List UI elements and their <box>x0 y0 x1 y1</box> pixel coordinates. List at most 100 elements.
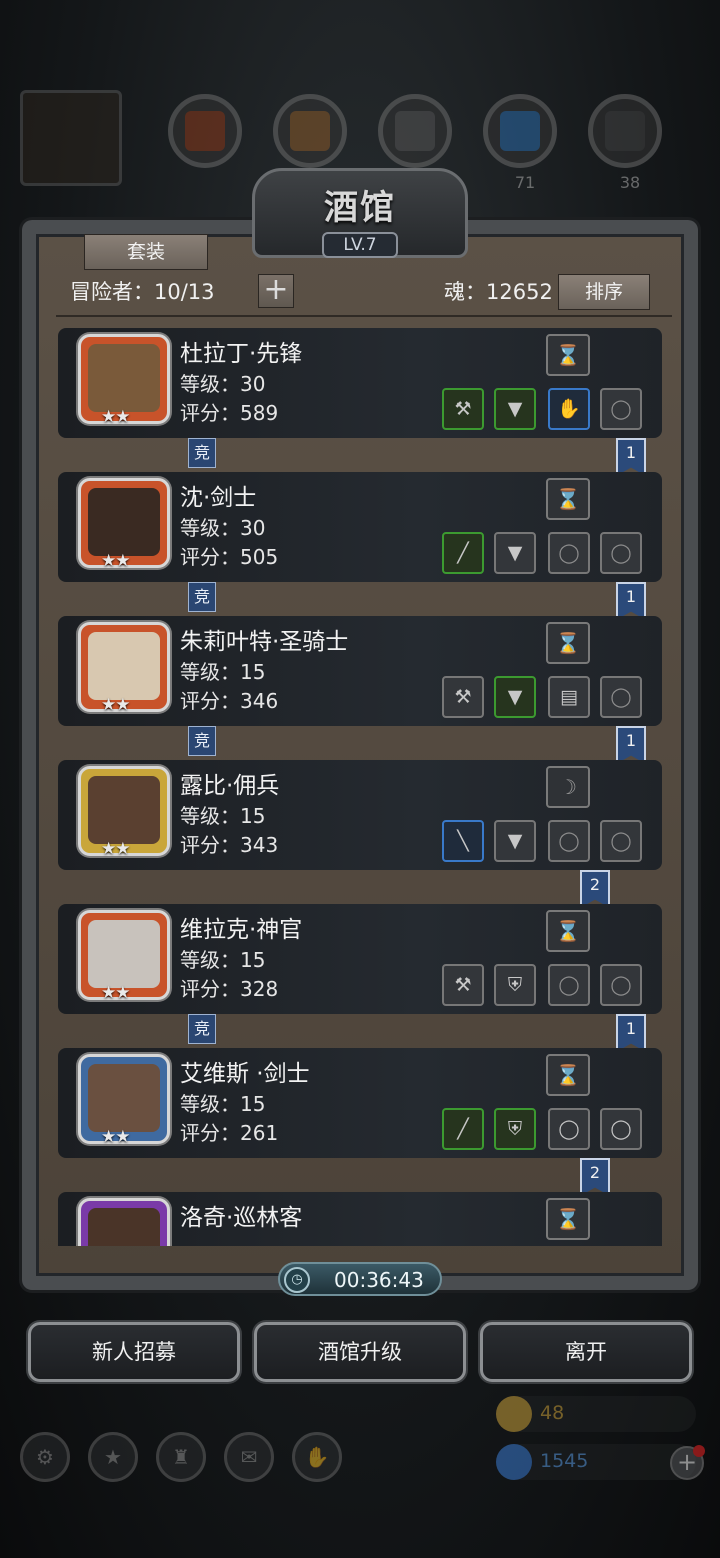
equipment-slot[interactable]: ▼ <box>494 532 536 574</box>
hero-portrait[interactable]: ★★ <box>78 910 170 1003</box>
hero-level: 等级：15 <box>180 1092 266 1116</box>
hero-card[interactable]: ★★ 杜拉丁·先锋 等级：30 评分：589 ⌛ ⚒ ▼ ✋ ◯ 1 竞 <box>58 324 662 476</box>
resource-crystal: 71 <box>483 94 557 192</box>
clock-icon: ◷ <box>284 1267 310 1293</box>
hero-portrait[interactable]: ★★ <box>78 1054 170 1147</box>
equipment-slot[interactable]: ◯ <box>600 964 642 1006</box>
hero-card[interactable]: ★★ 艾维斯 ·剑士 等级：15 评分：261 ⌛ ╱ ⛨ ◯ ◯ 2 <box>58 1044 662 1196</box>
equipment-slot[interactable]: ◯ <box>600 388 642 430</box>
hero-level: 等级：15 <box>180 660 266 684</box>
resource-meat <box>168 94 242 168</box>
gold-currency: 48 <box>496 1396 696 1432</box>
star-rating: ★★ <box>101 407 131 427</box>
equipment-slot[interactable]: ⚒ <box>442 676 484 718</box>
equipment-slot[interactable]: ⛨ <box>494 964 536 1006</box>
add-slot-button[interactable]: + <box>258 274 294 308</box>
hourglass-icon[interactable]: ⌛ <box>546 478 590 520</box>
crystal-icon <box>500 111 540 151</box>
meat-icon <box>185 111 225 151</box>
gem-icon <box>496 1444 532 1480</box>
hero-name: 露比·佣兵 <box>180 773 280 799</box>
resource-iron: 297 <box>378 94 452 192</box>
handshake-icon[interactable]: ✋ <box>292 1432 342 1482</box>
hourglass-icon[interactable]: ⌛ <box>546 1054 590 1096</box>
mail-icon[interactable]: ✉ <box>224 1432 274 1482</box>
hero-face-image <box>88 1208 160 1246</box>
hero-card[interactable]: ★★ 露比·佣兵 等级：15 评分：343 ☽ ╲ ▼ ◯ ◯ 2 <box>58 756 662 908</box>
equipment-slot[interactable]: ◯ <box>600 676 642 718</box>
hero-portrait[interactable]: ★★ <box>78 334 170 427</box>
hero-card[interactable]: ★★ 维拉克·神官 等级：15 评分：328 ⌛ ⚒ ⛨ ◯ ◯ 1 竞 <box>58 900 662 1052</box>
arena-badge: 竞 <box>188 582 216 612</box>
hero-level: 等级：30 <box>180 372 266 396</box>
equipment-slot[interactable]: ✋ <box>548 388 590 430</box>
equipment-slot[interactable]: ╱ <box>442 532 484 574</box>
recruit-button[interactable]: 新人招募 <box>28 1322 240 1382</box>
equipment-slot[interactable]: ▼ <box>494 676 536 718</box>
hero-face-image <box>88 632 160 700</box>
equipment-slot[interactable]: ╱ <box>442 1108 484 1150</box>
equipment-slot[interactable]: ◯ <box>548 964 590 1006</box>
equipment-slot[interactable]: ⚒ <box>442 964 484 1006</box>
page-title: 酒馆 <box>324 188 396 228</box>
arena-badge: 竞 <box>188 726 216 756</box>
hero-score: 评分：261 <box>180 1121 279 1145</box>
castle-icon[interactable]: ♜ <box>156 1432 206 1482</box>
hero-portrait[interactable]: ★★ <box>78 478 170 571</box>
gem-value: 1545 <box>540 1450 589 1472</box>
equipment-slot[interactable]: ◯ <box>600 820 642 862</box>
adventurer-count: 冒险者：10/13 <box>70 280 215 304</box>
equipment-slot[interactable]: ▼ <box>494 820 536 862</box>
hero-portrait[interactable]: ★★ <box>78 622 170 715</box>
equipment-slot[interactable]: ⚒ <box>442 388 484 430</box>
hourglass-icon[interactable]: ⌛ <box>546 334 590 376</box>
hero-face-image <box>88 776 160 844</box>
equipment-slot[interactable]: ◯ <box>600 532 642 574</box>
hourglass-icon[interactable]: ⌛ <box>546 910 590 952</box>
hero-name: 杜拉丁·先锋 <box>180 341 303 367</box>
hero-name: 洛奇·巡林客 <box>180 1205 303 1231</box>
star-rating: ★★ <box>101 983 131 1003</box>
hourglass-icon[interactable]: ⌛ <box>546 1198 590 1240</box>
equipment-slot[interactable]: ◯ <box>600 1108 642 1150</box>
buy-currency-button[interactable]: + <box>670 1445 705 1480</box>
hero-level: 等级：15 <box>180 804 266 828</box>
gear-icon[interactable]: ⚙ <box>20 1432 70 1482</box>
equipment-slot[interactable]: ▼ <box>494 388 536 430</box>
hero-level: 等级：15 <box>180 948 266 972</box>
equipment-slot[interactable]: ◯ <box>548 820 590 862</box>
iron-icon <box>395 111 435 151</box>
hero-card[interactable]: ★★ 沈·剑士 等级：30 评分：505 ⌛ ╱ ▼ ◯ ◯ 1 竞 <box>58 468 662 620</box>
equipment-slot[interactable]: ▤ <box>548 676 590 718</box>
tavern-level-badge: LV.7 <box>322 232 398 258</box>
hero-level: 等级：30 <box>180 516 266 540</box>
hourglass-icon[interactable]: ☽ <box>546 766 590 808</box>
hero-card[interactable]: 洛奇·巡林客 ⌛ <box>58 1188 662 1246</box>
star-icon[interactable]: ★ <box>88 1432 138 1482</box>
star-rating: ★★ <box>101 551 131 571</box>
hourglass-icon[interactable]: ⌛ <box>546 622 590 664</box>
hero-card[interactable]: ★★ 朱莉叶特·圣骑士 等级：15 评分：346 ⌛ ⚒ ▼ ▤ ◯ 1 竞 <box>58 612 662 764</box>
equipment-slot[interactable]: ◯ <box>548 1108 590 1150</box>
star-rating: ★★ <box>101 839 131 859</box>
hero-list[interactable]: ★★ 杜拉丁·先锋 等级：30 评分：589 ⌛ ⚒ ▼ ✋ ◯ 1 竞 ★★ 沈·剑士 等级：30 评分：… <box>58 324 662 1246</box>
hero-face-image <box>88 488 160 556</box>
resource-wood: 191 <box>273 94 347 192</box>
gem-currency: 1545 <box>496 1444 696 1480</box>
hero-portrait[interactable] <box>78 1198 170 1246</box>
upgrade-tavern-button[interactable]: 酒馆升级 <box>254 1322 466 1382</box>
set-tab-button[interactable]: 套装 <box>84 234 208 270</box>
gold-chest-icon <box>496 1396 532 1432</box>
gold-value: 48 <box>540 1402 565 1424</box>
soul-count: 魂：12652 <box>444 280 553 304</box>
equipment-slot[interactable]: ╲ <box>442 820 484 862</box>
bottom-nav: ⚙ ★ ♜ ✉ ✋ <box>20 1432 360 1484</box>
hero-face-image <box>88 920 160 988</box>
hero-portrait[interactable]: ★★ <box>78 766 170 859</box>
equipment-slot[interactable]: ⛨ <box>494 1108 536 1150</box>
hero-name: 艾维斯 ·剑士 <box>180 1061 310 1087</box>
leather-icon <box>605 111 645 151</box>
leave-button[interactable]: 离开 <box>480 1322 692 1382</box>
equipment-slot[interactable]: ◯ <box>548 532 590 574</box>
sort-button[interactable]: 排序 <box>558 274 650 310</box>
